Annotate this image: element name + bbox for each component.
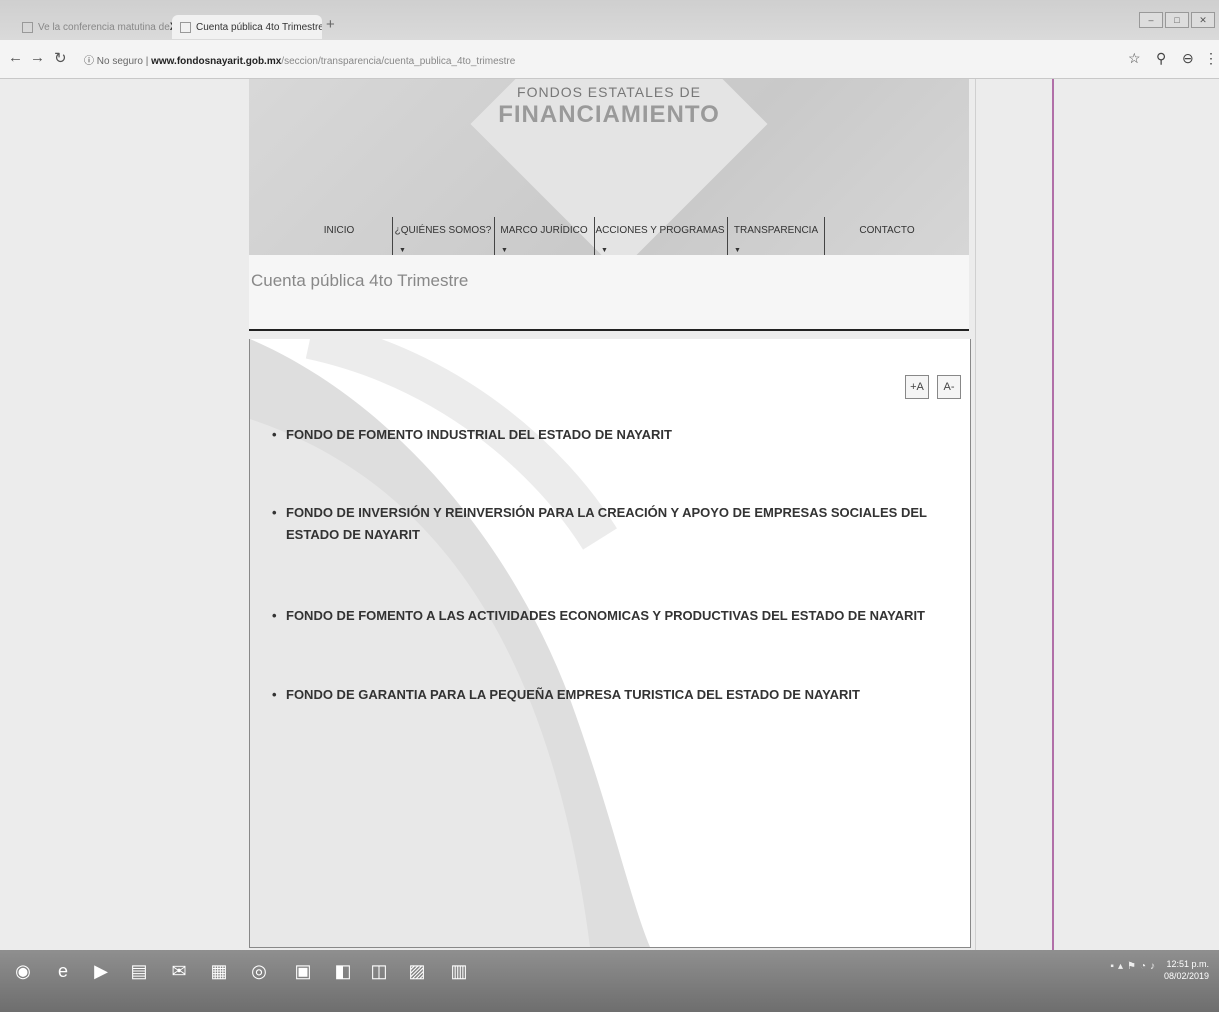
fund-link[interactable]: • FONDO DE FOMENTO INDUSTRIAL DEL ESTADO… [272, 424, 932, 446]
caret-down-icon: ▼ [501, 247, 508, 254]
nav-label: MARCO JURÍDICO [500, 225, 588, 236]
page-title: Cuenta pública 4to Trimestre [251, 271, 469, 290]
nav-item-acciones-programas[interactable]: ACCIONES Y PROGRAMAS ▼ [595, 217, 725, 255]
maximize-icon[interactable]: □ [1165, 12, 1189, 28]
page-title-bar: Cuenta pública 4to Trimestre [249, 255, 969, 331]
fund-link[interactable]: • FONDO DE INVERSIÓN Y REINVERSIÓN PARA … [272, 502, 932, 546]
close-window-icon[interactable]: ✕ [1191, 12, 1215, 28]
outlook-icon[interactable]: ✉ [166, 958, 192, 984]
caret-down-icon: ▼ [734, 247, 741, 254]
minimize-icon[interactable]: – [1139, 12, 1163, 28]
fund-link-label: FONDO DE GARANTIA PARA LA PEQUEÑA EMPRES… [286, 687, 860, 702]
clock-time: 12:51 p.m. [1166, 959, 1209, 969]
font-size-controls: +A A- [905, 375, 961, 399]
chrome-icon[interactable]: ◎ [246, 958, 272, 984]
nav-item-marco-juridico[interactable]: MARCO JURÍDICO ▼ [495, 217, 593, 255]
fund-link-label: FONDO DE FOMENTO A LAS ACTIVIDADES ECONO… [286, 608, 925, 623]
app-icon[interactable]: ◧ [330, 958, 356, 984]
clock-date: 08/02/2019 [1163, 971, 1209, 981]
bullet-icon: • [272, 505, 277, 520]
url-host: www.fondosnayarit.gob.mx [151, 56, 282, 67]
divider [1052, 79, 1054, 950]
nav-label: ¿QUIÉNES SOMOS? [394, 225, 492, 236]
browser-tab-active[interactable]: Cuenta pública 4to Trimestre « F X [172, 15, 322, 39]
extension-icon[interactable]: ⚲ [1156, 50, 1166, 67]
site-logo-line1[interactable]: FONDOS ESTATALES DE [249, 84, 969, 100]
caret-down-icon: ▼ [399, 247, 406, 254]
decrease-font-button[interactable]: A- [937, 375, 961, 399]
nav-item-contacto[interactable]: CONTACTO [825, 217, 949, 255]
file-explorer-icon[interactable]: ▤ [126, 958, 152, 984]
site-header: FONDOS ESTATALES DE FINANCIAMIENTO INICI… [249, 79, 969, 255]
main-nav: INICIO ¿QUIÉNES SOMOS? ▼ MARCO JURÍDICO … [249, 217, 969, 255]
tab-label: Cuenta pública 4to Trimestre « F [196, 21, 322, 33]
browser-tab-bar: Ve la conferencia matutina de X Cuenta p… [0, 0, 1219, 40]
app-icon[interactable]: ▥ [446, 958, 472, 984]
nav-label: ACCIONES Y PROGRAMAS [595, 225, 725, 236]
forward-icon[interactable]: → [30, 49, 45, 66]
internet-explorer-icon[interactable]: e [50, 958, 76, 984]
account-icon[interactable]: ⊖ [1182, 50, 1194, 67]
app-icon[interactable]: ▨ [404, 958, 430, 984]
app-icon[interactable]: ◫ [366, 958, 392, 984]
system-tray-icons[interactable]: ▪▴⚑◔♪ [1110, 961, 1159, 972]
menu-icon[interactable]: ⋮ [1204, 50, 1218, 67]
calculator-icon[interactable]: ▦ [206, 958, 232, 984]
divider [975, 79, 976, 950]
nav-item-inicio[interactable]: INICIO [289, 217, 389, 255]
fund-link-label: FONDO DE FOMENTO INDUSTRIAL DEL ESTADO D… [286, 427, 672, 442]
page-icon [22, 21, 33, 33]
bullet-icon: • [272, 687, 277, 702]
caret-down-icon: ▼ [601, 247, 608, 254]
site-logo-line2[interactable]: FINANCIAMIENTO [249, 101, 969, 129]
nav-label: TRANSPARENCIA [733, 225, 819, 236]
start-button-icon[interactable]: ◉ [10, 958, 36, 984]
star-icon[interactable]: ☆ [1128, 50, 1141, 67]
tab-label: Ve la conferencia matutina de [38, 21, 170, 33]
content-panel: +A A- • FONDO DE FOMENTO INDUSTRIAL DEL … [249, 339, 971, 948]
security-label: No seguro [96, 56, 143, 67]
address-bar: ← → ↻ ⓘ No seguro | www.fondosnayarit.go… [0, 40, 1219, 79]
browser-tab[interactable]: Ve la conferencia matutina de X [14, 15, 174, 39]
bullet-icon: • [272, 427, 277, 442]
back-icon[interactable]: ← [8, 49, 23, 66]
info-icon[interactable]: ⓘ [84, 56, 94, 67]
new-tab-button[interactable]: + [326, 16, 335, 33]
media-player-icon[interactable]: ▶ [88, 958, 114, 984]
app-icon[interactable]: ▣ [290, 958, 316, 984]
nav-label: CONTACTO [859, 225, 915, 236]
clock[interactable]: 12:51 p.m. 08/02/2019 [1164, 958, 1209, 982]
reload-icon[interactable]: ↻ [54, 49, 67, 67]
nav-item-transparencia[interactable]: TRANSPARENCIA ▼ [728, 217, 824, 255]
increase-font-button[interactable]: +A [905, 375, 929, 399]
fund-link-label: FONDO DE INVERSIÓN Y REINVERSIÓN PARA LA… [286, 505, 927, 542]
taskbar: ◉ e ▶ ▤ ✉ ▦ ◎ ▣ ◧ ◫ ▨ ▥ ▪▴⚑◔♪ 12:51 p.m.… [0, 950, 1219, 1012]
page-icon [180, 21, 191, 33]
fund-link[interactable]: • FONDO DE GARANTIA PARA LA PEQUEÑA EMPR… [272, 684, 932, 706]
page-viewport: FONDOS ESTATALES DE FINANCIAMIENTO INICI… [0, 79, 1219, 950]
nav-label: INICIO [323, 225, 355, 236]
window-controls: – □ ✕ [1139, 12, 1215, 28]
url-path: /seccion/transparencia/cuenta_publica_4t… [281, 56, 516, 67]
fund-link[interactable]: • FONDO DE FOMENTO A LAS ACTIVIDADES ECO… [272, 605, 932, 627]
nav-item-quienes-somos[interactable]: ¿QUIÉNES SOMOS? ▼ [393, 217, 493, 255]
bullet-icon: • [272, 608, 277, 623]
url-field[interactable]: ⓘ No seguro | www.fondosnayarit.gob.mx/s… [84, 52, 515, 67]
